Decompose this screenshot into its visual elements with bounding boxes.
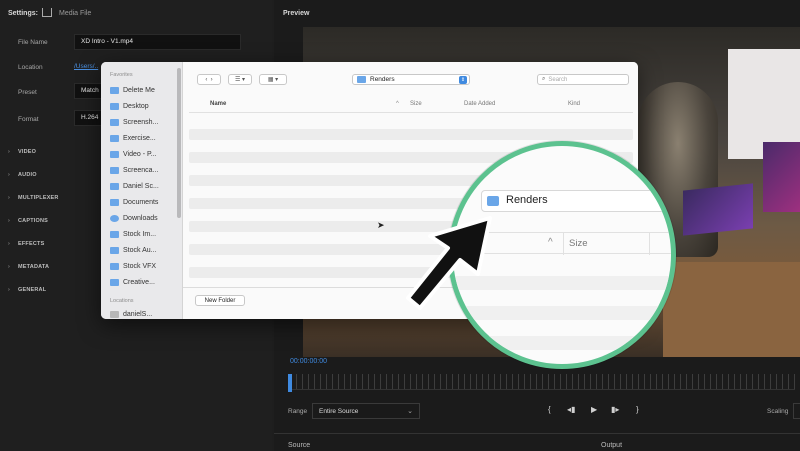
chevron-down-icon: ⌄ [407,408,413,415]
sidebar-item-delete-me[interactable]: Delete Me [110,84,155,96]
sidebar-item-downloads[interactable]: Downloads [110,212,158,224]
sidebar-item-screencasts[interactable]: Screenca... [110,164,158,176]
folder-icon [110,166,119,174]
export-icon [42,8,52,17]
desk [663,262,800,357]
file-name-field[interactable]: XD Intro - V1.mp4 [74,34,241,50]
folder-icon [110,150,119,158]
section-effects[interactable]: › EFFECTS [8,241,44,247]
header-divider [189,112,633,113]
document-icon [110,278,119,286]
sidebar-item-location-drive[interactable]: danielS... [110,308,152,319]
sidebar-item-desktop[interactable]: Desktop [110,100,149,112]
column-size[interactable]: Size [410,101,422,107]
mouse-cursor-icon: ➤ [377,220,385,230]
sidebar-item-daniel[interactable]: Daniel Sc... [110,180,159,192]
folder-icon [487,196,499,206]
favorites-header: Favorites [110,72,133,78]
source-tab[interactable]: Source [288,442,310,449]
dialog-sidebar: Favorites Delete Me Desktop Screensh... … [101,62,183,319]
sidebar-item-documents[interactable]: Documents [110,196,158,208]
search-field[interactable]: ⌕ Search [537,74,629,85]
section-captions[interactable]: › CAPTIONS [8,218,48,224]
document-icon [110,198,119,206]
folder-icon [110,134,119,142]
folder-icon [110,246,119,254]
range-select[interactable]: Entire Source ⌄ [312,403,420,419]
media-file-label: Media File [59,10,92,17]
column-kind[interactable]: Kind [568,101,580,107]
column-divider [563,233,564,255]
step-back-icon[interactable]: ◂▮ [567,405,575,414]
section-general[interactable]: › GENERAL [8,287,46,293]
folder-icon [110,230,119,238]
sidebar-item-creative[interactable]: Creative... [110,276,155,288]
sidebar-item-screenshots[interactable]: Screensh... [110,116,158,128]
locations-header: Locations [110,298,134,304]
sidebar-item-stock-vfx[interactable]: Stock VFX [110,260,156,272]
back-forward-buttons[interactable]: ‹ › [197,74,221,85]
folder-icon [357,76,366,83]
column-divider [649,233,650,255]
sort-chevron-icon[interactable]: ^ [396,101,399,107]
step-forward-icon[interactable]: ▮▸ [611,405,619,414]
timeline-ruler[interactable] [290,374,795,390]
scaling-label: Scaling [767,408,789,415]
range-label: Range [288,408,308,415]
folder-icon [110,182,119,190]
folder-icon [110,262,119,270]
location-link[interactable]: /Users/.. [74,63,98,70]
timecode: 00:00:00:00 [290,358,327,365]
play-icon[interactable]: ▶ [591,405,597,414]
sort-chevron-icon: ^ [548,237,553,248]
sidebar-item-exercise[interactable]: Exercise... [110,132,156,144]
format-label: Format [18,116,39,123]
preview-title: Preview [283,10,310,17]
folder-icon [110,86,119,94]
zoomed-row [453,336,671,350]
set-out-point-icon[interactable]: } [636,405,639,414]
section-metadata[interactable]: › METADATA [8,264,49,270]
location-label: Location [18,64,43,71]
folder-icon [110,102,119,110]
laptop-screen-2 [763,142,800,212]
section-multiplexer[interactable]: › MULTIPLEXER [8,195,59,201]
set-in-point-icon[interactable]: { [548,405,551,414]
section-audio[interactable]: › AUDIO [8,172,37,178]
file-name-label: File Name [18,39,48,46]
panel-divider [274,433,800,434]
list-view-icon[interactable]: ☰ ▾ [228,74,252,85]
laptop-screen [683,183,753,236]
preset-select[interactable]: Match [74,83,104,99]
section-video[interactable]: › VIDEO [8,149,36,155]
sidebar-item-stock-images[interactable]: Stock Im... [110,228,156,240]
preset-label: Preset [18,89,37,96]
format-select[interactable]: H.264 [74,110,104,126]
search-icon: ⌕ [542,76,546,82]
playhead[interactable] [288,374,292,392]
output-tab[interactable]: Output [601,442,622,449]
scaling-select[interactable] [793,403,800,419]
pointer-arrow-icon [406,216,492,310]
settings-title: Settings: [8,10,38,17]
folder-popup[interactable]: Renders ⇕ [352,74,470,85]
new-folder-button[interactable]: New Folder [195,295,245,306]
drive-icon [110,310,119,318]
grid-view-icon[interactable]: ▦ ▾ [259,74,287,85]
sidebar-scrollbar[interactable] [177,68,181,218]
folder-icon [110,118,119,126]
column-date-added[interactable]: Date Added [464,101,495,107]
download-icon [110,214,119,222]
sidebar-item-stock-audio[interactable]: Stock Au... [110,244,156,256]
column-name[interactable]: Name [210,101,226,107]
sidebar-item-video[interactable]: Video - P... [110,148,157,160]
chevron-updown-icon: ⇕ [459,76,467,84]
file-list-row [189,129,633,140]
zoomed-folder-popup: Renders [481,190,671,212]
